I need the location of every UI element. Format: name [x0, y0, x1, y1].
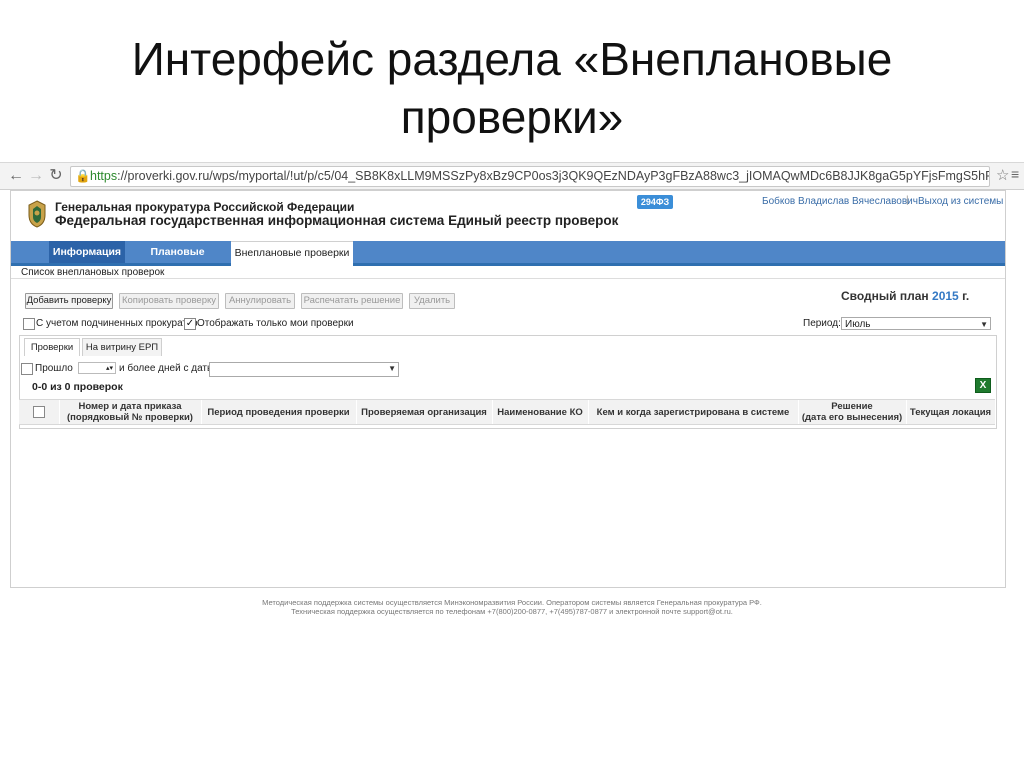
days-passed-label: Прошло	[35, 363, 73, 374]
excel-export-icon[interactable]: X	[975, 378, 991, 393]
url-text: ://proverki.gov.ru/wps/myportal/!ut/p/c5…	[117, 169, 990, 183]
browser-toolbar: ← → ↻ 🔒https://proverki.gov.ru/wps/mypor…	[0, 162, 1024, 190]
url-scheme: https	[90, 169, 118, 183]
org-name: Генеральная прокуратура Российской Федер…	[55, 200, 355, 214]
tab-checks[interactable]: Проверки	[24, 338, 80, 356]
col-order-number[interactable]: Номер и дата приказа (порядковый № провер…	[59, 400, 202, 424]
reload-icon[interactable]: ↻	[46, 166, 66, 186]
slide-title-line1: Интерфейс раздела «Внеплановые	[131, 33, 893, 85]
col-decision[interactable]: Решение (дата его вынесения)	[798, 400, 907, 424]
slide-title: Интерфейс раздела «Внеплановые проверки»	[0, 30, 1024, 146]
system-name: Федеральная государственная информационн…	[55, 213, 619, 228]
logout-link[interactable]: Выход из системы	[918, 196, 1003, 207]
col-location[interactable]: Текущая локация	[906, 400, 996, 424]
table-header: Номер и дата приказа (порядковый № провер…	[19, 399, 996, 425]
results-count: 0-0 из 0 проверок	[32, 381, 123, 393]
menu-icon[interactable]: ≡	[1011, 166, 1019, 182]
annul-button[interactable]: Аннулировать	[225, 293, 295, 309]
star-icon[interactable]: ☆	[996, 166, 1009, 184]
subordinate-label: С учетом подчиненных прокуратур	[36, 318, 198, 329]
address-bar[interactable]: 🔒https://proverki.gov.ru/wps/myportal/!u…	[70, 166, 990, 187]
summary-suffix: г.	[962, 289, 970, 303]
summary-year-link[interactable]: 2015	[932, 289, 959, 303]
select-all-cell[interactable]	[19, 400, 60, 424]
main-tabbar: Информация Плановые проверки Внеплановые…	[11, 241, 1005, 280]
tab-unplanned-checks[interactable]: Внеплановые проверки	[231, 241, 353, 266]
slide-title-line2: проверки»	[400, 91, 624, 143]
delete-button[interactable]: Удалить	[409, 293, 455, 309]
col-registered[interactable]: Кем и когда зарегистрирована в системе	[588, 400, 799, 424]
days-passed-checkbox[interactable]	[21, 363, 33, 375]
emblem-icon	[28, 200, 46, 228]
app-window: Генеральная прокуратура Российской Федер…	[10, 190, 1006, 588]
user-name-link[interactable]: Бобков Владислав Вячеславович	[762, 196, 918, 207]
tab-erp-showcase[interactable]: На витрину ЕРП	[82, 338, 162, 356]
days-more-label: и более дней с даты	[119, 363, 215, 374]
header-separator: |	[906, 195, 909, 206]
col-ko-name[interactable]: Наименование КО	[492, 400, 589, 424]
tab-info[interactable]: Информация	[49, 241, 125, 263]
col-organization[interactable]: Проверяемая организация	[356, 400, 493, 424]
only-mine-label: Отображать только мои проверки	[197, 318, 354, 329]
footer-line1: Методическая поддержка системы осуществл…	[262, 598, 762, 607]
col-period[interactable]: Период проведения проверки	[201, 400, 357, 424]
print-decision-button[interactable]: Распечатать решение	[301, 293, 403, 309]
only-mine-checkbox[interactable]: ✓	[184, 318, 196, 330]
law-badge[interactable]: 294ФЗ	[637, 195, 673, 209]
chevron-down-icon: ▼	[980, 320, 988, 329]
copy-check-button[interactable]: Копировать проверку	[119, 293, 219, 309]
page-subheading: Список внеплановых проверок	[11, 266, 1005, 279]
date-select[interactable]: ▼	[209, 362, 399, 377]
period-label: Период:	[803, 318, 841, 329]
footer-line2: Техническая поддержка осуществляется по …	[291, 607, 733, 616]
days-stepper[interactable]: ▴▾	[78, 362, 116, 374]
forward-arrow-icon[interactable]: →	[26, 166, 46, 186]
subordinate-checkbox[interactable]	[23, 318, 35, 330]
tab-planned-checks[interactable]: Плановые проверки	[125, 241, 230, 280]
date-chevron-down-icon: ▼	[388, 364, 396, 373]
lock-icon: 🔒	[75, 169, 91, 183]
summary-label: Сводный план	[841, 289, 929, 303]
select-all-checkbox[interactable]	[33, 406, 45, 418]
back-arrow-icon[interactable]: ←	[6, 166, 26, 186]
add-check-button[interactable]: Добавить проверку	[25, 293, 113, 309]
period-value: Июль	[845, 319, 871, 330]
summary-plan-label: Сводный план 2015 г.	[841, 289, 969, 303]
period-select[interactable]: Июль ▼	[841, 317, 991, 330]
